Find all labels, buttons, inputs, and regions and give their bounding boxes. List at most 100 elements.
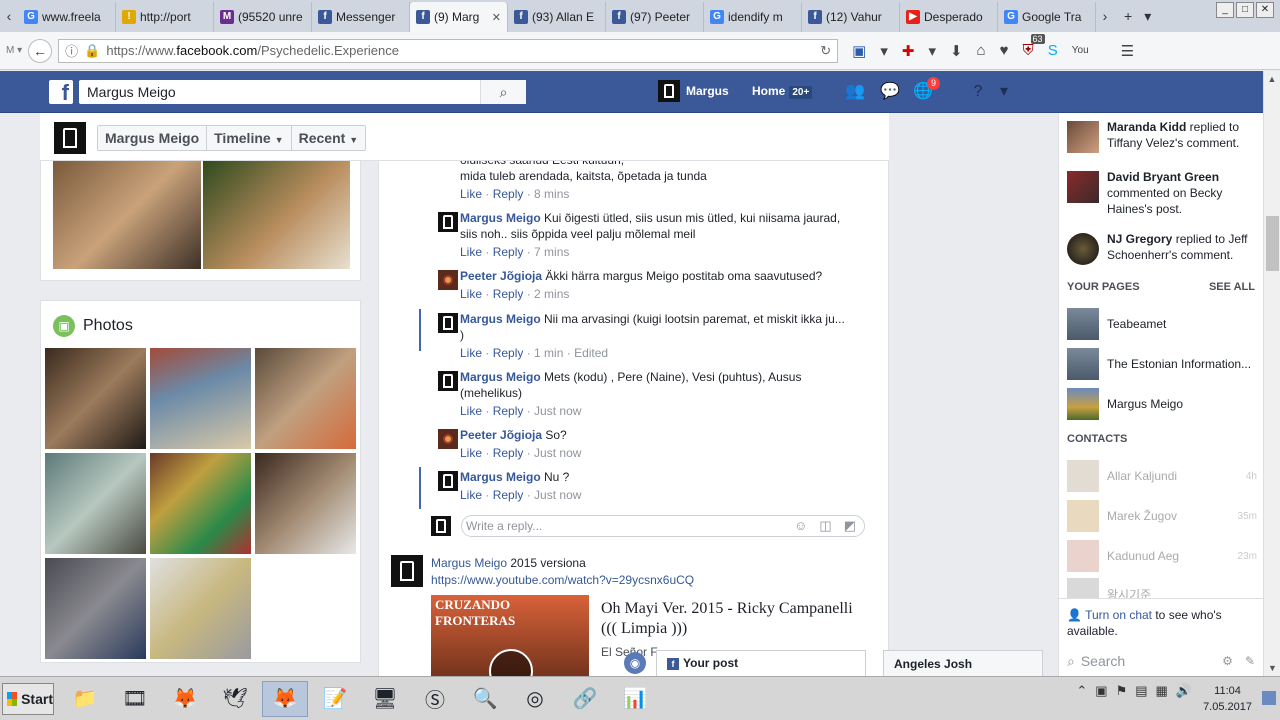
maximize-icon[interactable]: □	[1236, 2, 1254, 18]
notepad-icon[interactable]: 📝	[312, 681, 358, 717]
menu-icon[interactable]: ☰	[1121, 42, 1134, 60]
photos-header[interactable]: ▣ Photos	[53, 315, 133, 337]
skype-addon-icon[interactable]: S	[1048, 42, 1058, 59]
your-post-dock-tab[interactable]: f Your post	[656, 650, 866, 676]
browser-tab[interactable]: ! http://port	[116, 2, 214, 32]
comment-avatar[interactable]	[438, 429, 458, 449]
scroll-up-icon[interactable]: ▲	[1264, 71, 1280, 87]
tab-list-dropdown-icon[interactable]: ▾	[1144, 8, 1151, 25]
search-icon[interactable]: ⌕	[480, 80, 526, 104]
ublock-icon[interactable]: ⛨ 63	[1023, 34, 1045, 59]
comment-avatar[interactable]	[438, 471, 458, 491]
minimize-icon[interactable]: _	[1216, 2, 1234, 18]
reply-link[interactable]: Reply	[493, 404, 524, 418]
notifications-globe-icon[interactable]: 🌐 9	[912, 77, 940, 103]
comment-time[interactable]: 2 mins	[534, 287, 569, 301]
chat-tab[interactable]: Angeles Josh	[883, 650, 1043, 676]
reply-link[interactable]: Reply	[493, 287, 524, 301]
photo-thumbnail[interactable]	[45, 558, 146, 659]
facebook-logo-icon[interactable]: f	[49, 80, 73, 105]
like-link[interactable]: Like	[460, 446, 482, 460]
like-link[interactable]: Like	[460, 187, 482, 201]
new-tab-icon[interactable]: +	[1124, 8, 1132, 24]
dropdown-icon[interactable]: ▾	[880, 42, 888, 60]
spreadsheet-icon[interactable]: 📊	[612, 681, 658, 717]
tray-device-icon[interactable]: ▤	[1135, 683, 1147, 699]
show-desktop-button[interactable]	[1262, 691, 1276, 705]
featured-photo[interactable]	[203, 161, 350, 269]
photo-thumbnail[interactable]	[45, 453, 146, 554]
contact-item[interactable]: 왕시기준	[1067, 578, 1257, 598]
browser-tab[interactable]: G Google Tra	[998, 2, 1096, 32]
browser-tab[interactable]: M (95520 unre	[214, 2, 312, 32]
comment-avatar[interactable]	[438, 270, 458, 290]
comment-author[interactable]: Margus Meigo	[460, 211, 541, 225]
comment-time[interactable]: Just now	[534, 446, 581, 460]
page-avatar[interactable]	[54, 122, 86, 154]
clock[interactable]: 11:04 7.05.2017	[1203, 683, 1252, 715]
timeline-button[interactable]: Timeline ▼	[207, 126, 292, 150]
save-icon[interactable]: ▣	[852, 42, 866, 60]
skype-icon[interactable]: Ⓢ	[412, 681, 458, 717]
reply-link[interactable]: Reply	[493, 245, 524, 259]
browser-tab[interactable]: f Messenger	[312, 2, 410, 32]
flag-icon[interactable]: ⚑	[1116, 683, 1128, 699]
comment-avatar[interactable]	[438, 371, 458, 391]
browser-tab[interactable]: f (12) Vahur	[802, 2, 900, 32]
start-button[interactable]: Start	[2, 682, 54, 715]
close-window-icon[interactable]: ✕	[1256, 2, 1274, 18]
video-thumbnail[interactable]: CRUZANDO FRONTERAS	[431, 595, 589, 676]
chat-settings-icon[interactable]: ⚙	[1222, 654, 1233, 668]
volume-icon[interactable]: 🔊	[1176, 683, 1192, 699]
help-icon[interactable]: ?	[967, 81, 989, 103]
comment-time[interactable]: 1 min	[534, 346, 563, 360]
photo-thumbnail[interactable]	[150, 453, 251, 554]
scroll-down-icon[interactable]: ▼	[1264, 660, 1280, 676]
post-link[interactable]: https://www.youtube.com/watch?v=29ycsnx6…	[431, 573, 694, 587]
tray-app-icon[interactable]: ▣	[1095, 683, 1107, 699]
home-link[interactable]: Home 20+	[752, 84, 813, 99]
comment-author[interactable]: Margus Meigo	[460, 370, 541, 384]
network-tool-icon[interactable]: 🔗	[562, 681, 608, 717]
tab-scroll-right-icon[interactable]: ›	[1096, 0, 1114, 32]
network-icon[interactable]: ▦	[1156, 683, 1168, 699]
page-item[interactable]: The Estonian Information...	[1067, 348, 1257, 380]
reply-link[interactable]: Reply	[493, 488, 524, 502]
featured-photo[interactable]	[53, 161, 201, 269]
like-link[interactable]: Like	[460, 287, 482, 301]
browser-tab[interactable]: Gwww.freela	[18, 2, 116, 32]
account-dropdown-icon[interactable]: ▾	[993, 81, 1015, 103]
media-player-icon[interactable]: 🎞	[112, 681, 158, 717]
contact-item[interactable]: Kadunud Aeg 23m	[1067, 540, 1257, 572]
tray-expand-icon[interactable]: ⌃	[1076, 683, 1087, 699]
dropdown-icon[interactable]: ▾	[928, 42, 936, 60]
contact-item[interactable]: Marek Žugov 35m	[1067, 500, 1257, 532]
home-icon[interactable]: ⌂	[977, 42, 986, 59]
app-icon[interactable]: ◎	[512, 681, 558, 717]
post-avatar[interactable]	[391, 555, 423, 587]
reply-link[interactable]: Reply	[493, 187, 524, 201]
like-link[interactable]: Like	[460, 404, 482, 418]
comment-author[interactable]: Margus Meigo	[460, 470, 541, 484]
comment-time[interactable]: 7 mins	[534, 245, 569, 259]
page-item[interactable]: Teabeamet	[1067, 308, 1257, 340]
page-scrollbar[interactable]: ▲ ▼	[1263, 71, 1280, 676]
thunderbird-icon[interactable]: 🕊	[212, 681, 258, 717]
photo-thumbnail[interactable]	[255, 453, 356, 554]
identity-icon[interactable]: M ▾	[6, 45, 22, 56]
download-icon[interactable]: ⬇	[950, 42, 963, 60]
browser-tab[interactable]: Gidendify m	[704, 2, 802, 32]
profile-link[interactable]: Margus	[658, 80, 729, 102]
firefox-icon[interactable]: 🦊	[162, 681, 208, 717]
photo-thumbnail[interactable]	[255, 348, 356, 449]
browser-tab[interactable]: f (97) Peeter	[606, 2, 704, 32]
photo-thumbnail[interactable]	[150, 558, 251, 659]
addon-icon[interactable]: ✚	[902, 42, 915, 60]
reload-icon[interactable]: ↻	[820, 43, 831, 59]
timeline-name-button[interactable]: Margus Meigo	[98, 126, 208, 150]
back-button[interactable]: ←	[28, 38, 53, 63]
page-item[interactable]: Margus Meigo	[1067, 388, 1257, 420]
video-title[interactable]: Oh Mayi Ver. 2015 - Ricky Campanelli (((…	[601, 599, 871, 639]
camera-icon[interactable]: ◫	[819, 516, 831, 536]
comment-author[interactable]: Margus Meigo	[460, 312, 541, 326]
